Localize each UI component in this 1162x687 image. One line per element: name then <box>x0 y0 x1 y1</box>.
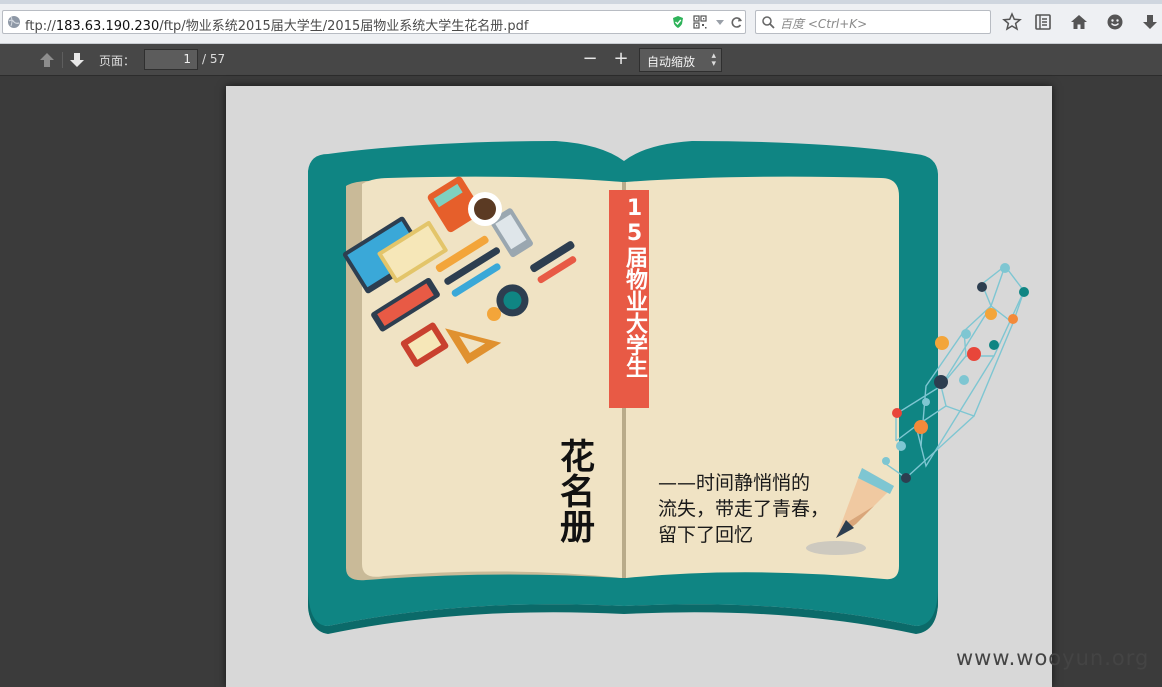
qrcode-icon[interactable] <box>693 15 707 29</box>
shield-icon[interactable] <box>671 15 685 29</box>
reading-list-icon[interactable] <box>1033 12 1053 32</box>
url-text[interactable]: ftp://183.63.190.230/ftp/物业系统2015届大学生/20… <box>25 15 528 34</box>
page-label: 页面： <box>99 54 136 68</box>
caption-line-3: 留下了回忆 <box>658 524 754 546</box>
search-placeholder: 百度 <Ctrl+K> <box>780 17 868 31</box>
caption-line-2: 流失，带走了青春， <box>658 498 830 520</box>
page-count: / 57 <box>202 52 226 66</box>
zoom-select-value: 自动缩放 <box>647 55 696 69</box>
zoom-out-button[interactable]: − <box>580 49 600 70</box>
address-bar[interactable]: ftp://183.63.190.230/ftp/物业系统2015届大学生/20… <box>2 10 746 34</box>
pdf-page: 15届物业大学生 花名册 ——时间静悄悄的 流失，带走了青春， 留下了回忆 <box>226 86 1052 687</box>
toolbar-separator <box>62 52 63 68</box>
page-number-input[interactable]: 1 <box>144 49 198 70</box>
url-path: /ftp/物业系统2015届大学生/2015届物业系统大学生花名册.pdf <box>159 19 529 34</box>
browser-navbar: ftp://183.63.190.230/ftp/物业系统2015届大学生/20… <box>0 0 1162 44</box>
watermark: www.wooyun.org <box>956 646 1150 670</box>
roster-title: 花名册 <box>554 438 594 543</box>
search-box[interactable]: 百度 <Ctrl+K> <box>755 10 991 34</box>
dropdown-icon[interactable] <box>713 15 727 29</box>
search-icon <box>762 16 775 29</box>
class-banner-text: 15届物业大学生 <box>622 196 647 378</box>
updown-arrows-icon: ▴ ▾ <box>711 51 716 69</box>
class-banner: 15届物业大学生 <box>609 190 649 408</box>
caption-text: ——时间静悄悄的 流失，带走了青春， 留下了回忆 <box>658 470 858 548</box>
pdf-toolbar: 页面： 1 / 57 − + 自动缩放 ▴ ▾ <box>0 44 1162 76</box>
reload-icon[interactable] <box>730 15 744 29</box>
tab-strip-edge <box>0 0 1162 4</box>
zoom-select[interactable]: 自动缩放 ▴ ▾ <box>639 48 722 72</box>
url-scheme: ftp:// <box>25 19 56 34</box>
globe-icon <box>8 16 20 28</box>
caption-line-1: ——时间静悄悄的 <box>658 472 811 494</box>
chat-icon[interactable] <box>1105 12 1125 32</box>
next-page-icon[interactable] <box>68 51 86 69</box>
bookmark-star-icon[interactable] <box>1002 12 1022 32</box>
compass-dot <box>487 307 501 321</box>
url-host: 183.63.190.230 <box>55 19 160 34</box>
zoom-in-button[interactable]: + <box>611 49 631 70</box>
previous-page-icon[interactable] <box>38 51 56 69</box>
home-icon[interactable] <box>1069 12 1089 32</box>
download-icon[interactable] <box>1140 12 1160 32</box>
